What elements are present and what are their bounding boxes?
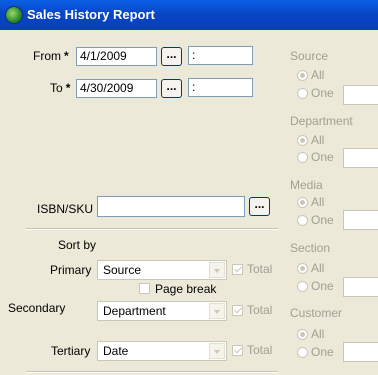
required-marker: * xyxy=(65,81,71,95)
primary-total-label: Total xyxy=(247,262,273,276)
section-all-label: All xyxy=(311,261,325,275)
source-all-label: All xyxy=(311,68,325,82)
tertiary-total-label: Total xyxy=(247,343,273,357)
to-date-picker-button[interactable]: ... xyxy=(161,79,182,98)
media-all-radio[interactable] xyxy=(297,197,308,208)
required-marker: * xyxy=(64,49,69,63)
customer-one-radio[interactable] xyxy=(297,347,308,358)
media-one-label: One xyxy=(311,213,334,227)
divider xyxy=(26,228,278,230)
tertiary-sort-select[interactable]: Date xyxy=(97,341,227,361)
to-date-field[interactable]: 4/30/2009 xyxy=(76,79,157,98)
department-group-title: Department xyxy=(290,114,353,128)
secondary-total-checkbox[interactable] xyxy=(232,305,243,316)
divider xyxy=(26,371,278,373)
sort-heading: Sort by xyxy=(58,238,97,252)
department-one-label: One xyxy=(311,150,334,164)
isbn-input[interactable] xyxy=(97,196,245,217)
primary-label: Primary xyxy=(50,263,92,277)
title-bar: Sales History Report xyxy=(0,0,378,30)
window-title: Sales History Report xyxy=(27,7,155,22)
source-one-radio[interactable] xyxy=(297,88,308,99)
primary-total-checkbox[interactable] xyxy=(232,264,243,275)
page-break-label: Page break xyxy=(155,282,217,296)
source-group-title: Source xyxy=(290,49,329,63)
media-group-title: Media xyxy=(290,178,323,192)
source-value-field[interactable] xyxy=(343,85,378,105)
chevron-down-icon xyxy=(209,343,225,359)
section-one-radio[interactable] xyxy=(297,281,308,292)
source-all-radio[interactable] xyxy=(297,70,308,81)
to-time-field[interactable]: : xyxy=(188,78,253,97)
customer-one-label: One xyxy=(311,345,334,359)
isbn-browse-button[interactable]: ... xyxy=(249,197,270,216)
section-group-title: Section xyxy=(290,241,331,255)
department-all-radio[interactable] xyxy=(297,135,308,146)
department-value-field[interactable] xyxy=(343,148,378,168)
chevron-down-icon xyxy=(209,303,225,319)
media-value-field[interactable] xyxy=(343,210,378,230)
primary-sort-select[interactable]: Source xyxy=(97,260,227,280)
section-value-field[interactable] xyxy=(343,277,378,297)
report-panel: From * 4/1/2009 ... : To * 4/30/2009 ... :… xyxy=(0,30,378,375)
customer-all-label: All xyxy=(311,327,325,341)
customer-all-radio[interactable] xyxy=(297,329,308,340)
media-one-radio[interactable] xyxy=(297,215,308,226)
globe-icon xyxy=(6,7,22,23)
tertiary-total-checkbox[interactable] xyxy=(232,345,243,356)
secondary-total-label: Total xyxy=(247,303,273,317)
page-break-checkbox[interactable] xyxy=(139,283,150,294)
from-date-picker-button[interactable]: ... xyxy=(161,47,182,66)
department-one-radio[interactable] xyxy=(297,152,308,163)
source-one-label: One xyxy=(311,86,334,100)
secondary-label: Secondary xyxy=(8,301,66,315)
customer-value-field[interactable] xyxy=(343,342,378,362)
secondary-sort-select[interactable]: Department xyxy=(97,301,227,321)
to-label: To * xyxy=(50,81,71,95)
section-one-label: One xyxy=(311,279,334,293)
section-all-radio[interactable] xyxy=(297,263,308,274)
department-all-label: All xyxy=(311,133,325,147)
from-label: From * xyxy=(33,49,69,63)
from-date-field[interactable]: 4/1/2009 xyxy=(76,47,157,66)
isbn-label: ISBN/SKU xyxy=(37,202,94,216)
customer-group-title: Customer xyxy=(290,306,343,320)
chevron-down-icon xyxy=(209,262,225,278)
media-all-label: All xyxy=(311,195,325,209)
from-time-field[interactable]: : xyxy=(188,46,253,65)
tertiary-label: Tertiary xyxy=(51,344,91,358)
